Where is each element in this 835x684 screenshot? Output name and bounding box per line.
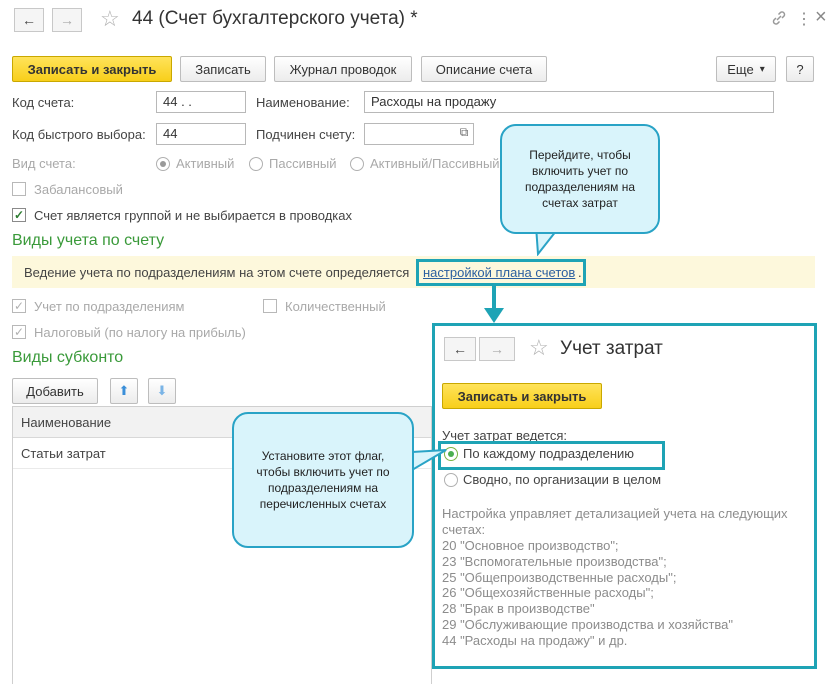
kind-active-label: Активный — [176, 156, 235, 171]
kind-active-radio[interactable] — [156, 157, 170, 171]
callout-top: Перейдите, чтобы включить учет по подраз… — [500, 124, 660, 234]
list-item: 28 "Брак в производстве" — [442, 601, 595, 617]
more-vertical-icon[interactable]: ⋮ — [796, 9, 812, 29]
kind-passive-label: Пассивный — [269, 156, 337, 171]
back-button[interactable]: ← — [14, 8, 44, 32]
info-dot: . — [578, 265, 582, 280]
info-text: Ведение учета по подразделениям на этом … — [24, 265, 410, 280]
option-summary-label: Сводно, по организации в целом — [463, 472, 662, 487]
popup-forward-button[interactable]: → — [479, 337, 515, 361]
name-label: Наименование: — [256, 95, 350, 110]
arrow-left-icon: ← — [22, 12, 36, 28]
code-label: Код счета: — [12, 95, 75, 110]
tax-checkbox[interactable]: ✓ — [12, 325, 26, 339]
quantitative-label: Количественный — [285, 299, 386, 314]
save-and-close-button[interactable]: Записать и закрыть — [12, 56, 172, 82]
journal-button[interactable]: Журнал проводок — [274, 56, 412, 82]
by-departments-checkbox[interactable]: ✓ — [12, 299, 26, 313]
subconto-section-title: Виды субконто — [12, 349, 124, 366]
by-departments-label: Учет по подразделениям — [34, 299, 185, 314]
add-button[interactable]: Добавить — [12, 378, 98, 404]
chevron-down-icon: ▾ — [759, 63, 765, 75]
arrow-down-icon: ⬇ — [156, 383, 168, 398]
tax-label: Налоговый (по налогу на прибыль) — [34, 325, 246, 340]
arrow-left-icon: ← — [453, 341, 467, 357]
plan-settings-link[interactable]: настройкой плана счетов — [423, 265, 575, 280]
cost-accounting-popup: ← → ☆ Учет затрат Записать и закрыть Уче… — [432, 323, 817, 669]
favorite-star-icon[interactable]: ☆ — [100, 6, 120, 32]
is-group-checkbox[interactable]: ✓ — [12, 208, 26, 222]
callout-top-text: Перейдите, чтобы включить учет по подраз… — [524, 148, 636, 210]
popup-account-list: 20 "Основное производство"; 23 "Вспомога… — [442, 538, 807, 649]
accounting-section-title: Виды учета по счету — [12, 232, 165, 249]
close-icon[interactable]: × — [815, 6, 827, 29]
name-field[interactable]: Расходы на продажу — [364, 91, 774, 113]
forward-button[interactable]: → — [52, 8, 82, 32]
list-item: 29 "Обслуживающие производства и хозяйст… — [442, 616, 734, 632]
open-icon[interactable]: ⧉ — [456, 125, 472, 143]
arrow-right-icon: → — [60, 12, 74, 28]
help-button[interactable]: ? — [786, 56, 814, 82]
kind-active-passive-label: Активный/Пассивный — [370, 156, 500, 171]
quick-code-label: Код быстрого выбора: — [12, 127, 146, 142]
popup-save-and-close-button[interactable]: Записать и закрыть — [442, 383, 602, 409]
offbalance-label: Забалансовый — [34, 182, 123, 197]
popup-favorite-star-icon[interactable]: ☆ — [529, 335, 549, 361]
popup-note: Настройка управляет детализацией учета н… — [442, 506, 788, 537]
list-item: 25 "Общепроизводственные расходы"; — [442, 569, 677, 585]
list-item: 44 "Расходы на продажу" и др. — [442, 632, 628, 648]
quick-code-field[interactable]: 44 — [156, 123, 246, 145]
arrow-up-icon: ⬆ — [118, 383, 130, 398]
popup-title: Учет затрат — [560, 338, 663, 359]
parent-label: Подчинен счету: — [256, 127, 356, 142]
link-icon[interactable] — [771, 10, 787, 29]
kind-label: Вид счета: — [12, 156, 76, 171]
save-button[interactable]: Записать — [180, 56, 266, 82]
move-up-button[interactable]: ⬆ — [110, 378, 138, 404]
arrow-right-icon: → — [490, 341, 504, 357]
list-item: 20 "Основное производство"; — [442, 538, 619, 553]
offbalance-checkbox[interactable] — [12, 182, 26, 196]
kind-passive-radio[interactable] — [249, 157, 263, 171]
column-header-name[interactable]: Наименование — [21, 415, 111, 430]
account-description-button[interactable]: Описание счета — [421, 56, 547, 82]
callout-tail-left — [410, 446, 448, 476]
move-down-button[interactable]: ⬇ — [148, 378, 176, 404]
list-item: 26 "Общехозяйственные расходы"; — [442, 585, 654, 601]
is-group-label: Счет является группой и не выбирается в … — [34, 208, 352, 223]
window-title: 44 (Счет бухгалтерского учета) * — [132, 8, 418, 29]
code-field[interactable]: 44 . . — [156, 91, 246, 113]
table-cell-name: Статьи затрат — [21, 446, 106, 461]
callout-left: Установите этот флаг, чтобы включить уче… — [232, 412, 414, 548]
arrow-down-connector-icon — [482, 286, 506, 324]
more-button[interactable]: Еще ▾ — [716, 56, 776, 82]
more-label: Еще — [727, 61, 754, 77]
popup-back-button[interactable]: ← — [444, 337, 476, 361]
option-each-label: По каждому подразделению — [463, 446, 635, 461]
callout-left-text: Установите этот флаг, чтобы включить уче… — [256, 449, 390, 511]
quantitative-checkbox[interactable] — [263, 299, 277, 313]
list-item: 23 "Вспомогательные производства"; — [442, 553, 667, 569]
kind-active-passive-radio[interactable] — [350, 157, 364, 171]
